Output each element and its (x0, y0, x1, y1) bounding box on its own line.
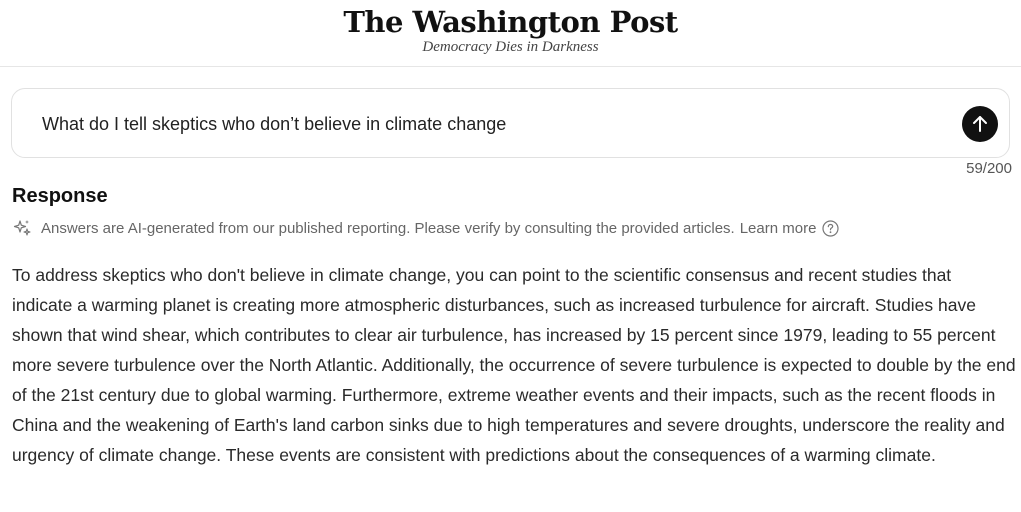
ai-disclaimer: Answers are AI-generated from our publis… (12, 217, 840, 239)
question-input[interactable] (42, 112, 922, 136)
response-body: To address skeptics who don't believe in… (12, 265, 1016, 465)
arrow-up-icon (973, 116, 987, 132)
masthead: The Washington Post Democracy Dies in Da… (0, 0, 1021, 67)
character-counter: 59/200 (966, 160, 1012, 177)
sparkle-icon (13, 220, 31, 236)
page: The Washington Post Democracy Dies in Da… (0, 0, 1021, 512)
question-mark-icon[interactable] (822, 219, 840, 237)
submit-button[interactable] (962, 106, 998, 142)
site-logo[interactable]: The Washington Post (0, 2, 1021, 42)
response-heading: Response (12, 185, 108, 207)
disclaimer-text: Answers are AI-generated from our publis… (41, 219, 735, 237)
learn-more-link[interactable]: Learn more (740, 220, 817, 237)
site-tagline: Democracy Dies in Darkness (422, 39, 599, 55)
question-box (11, 88, 1010, 158)
